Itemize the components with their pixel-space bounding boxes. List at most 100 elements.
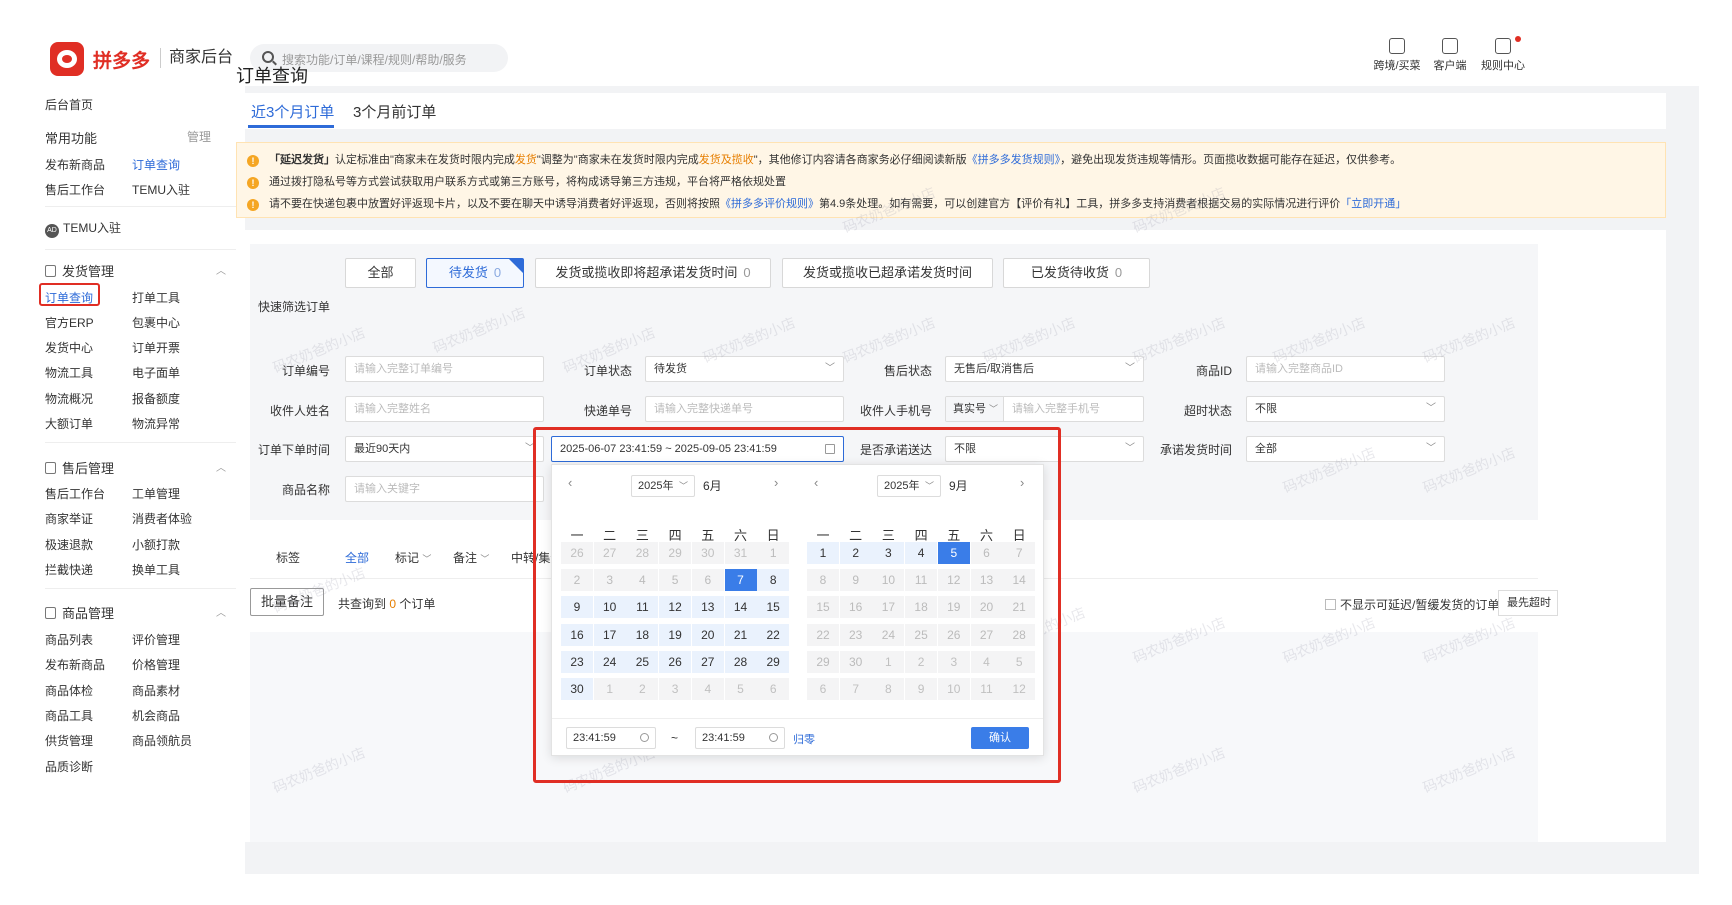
calendar-day[interactable]: 17	[872, 596, 905, 619]
calendar-day[interactable]: 3	[937, 650, 970, 673]
sidebar-item[interactable]: 商品列表	[45, 631, 93, 648]
shipping-rules-link[interactable]: 《拼多多发货规则》	[967, 154, 1061, 166]
confirm-button[interactable]: 确认	[971, 727, 1029, 749]
calendar-day[interactable]: 25	[905, 623, 938, 646]
calendar-day[interactable]: 10	[937, 678, 970, 700]
sidebar-item[interactable]: 发布新商品	[45, 656, 105, 673]
order-status-select[interactable]: 待发货 ﹀	[645, 356, 844, 382]
goods-name-input[interactable]: 请输入关键字	[345, 476, 544, 502]
calendar-day[interactable]: 8	[807, 569, 839, 592]
calendar-day[interactable]: 2	[905, 650, 938, 673]
calendar-day[interactable]: 31	[724, 542, 757, 564]
tab-recent-3-months[interactable]: 近3个月订单	[251, 101, 334, 122]
calendar-day[interactable]: 27	[593, 542, 626, 564]
calendar-day[interactable]: 3	[872, 542, 905, 564]
sidebar-item[interactable]: 打单工具	[132, 289, 180, 306]
right-year-select[interactable]: 2025年 ﹀	[877, 475, 941, 497]
sidebar-temu-entry[interactable]: AD TEMU入驻	[45, 219, 121, 238]
calendar-day[interactable]: 14	[724, 596, 757, 619]
calendar-day[interactable]: 3	[659, 678, 692, 700]
quick-filter-near-timeout[interactable]: 发货或揽收即将超承诺发货时间 0	[535, 258, 771, 288]
calendar-day[interactable]: 12	[659, 596, 692, 619]
calendar-day[interactable]: 19	[937, 596, 970, 619]
sidebar-home[interactable]: 后台首页	[45, 96, 93, 113]
calendar-day[interactable]: 28	[724, 650, 757, 673]
calendar-day[interactable]: 5	[724, 678, 757, 700]
chevron-up-icon[interactable]: ︿	[216, 459, 226, 474]
calendar-day[interactable]: 20	[970, 596, 1003, 619]
next-month-icon[interactable]: ›	[1020, 475, 1024, 490]
section-shipping[interactable]: 发货管理	[45, 261, 114, 280]
sidebar-item[interactable]: 机会商品	[132, 707, 180, 724]
sidebar-item[interactable]: 商品领航员	[132, 732, 192, 749]
end-time-input[interactable]: 23:41:59	[695, 727, 785, 749]
calendar-day[interactable]: 30	[561, 678, 593, 700]
calendar-day[interactable]: 8	[872, 678, 905, 700]
calendar-day[interactable]: 6	[757, 678, 790, 700]
sidebar-item[interactable]: 评价管理	[132, 631, 180, 648]
calendar-day[interactable]: 25	[626, 650, 659, 673]
calendar-day[interactable]: 21	[1003, 596, 1036, 619]
express-no-input[interactable]: 请输入完整快递单号	[645, 396, 844, 422]
sidebar-item[interactable]: 换单工具	[132, 561, 180, 578]
sidebar-item[interactable]: 订单开票	[132, 339, 180, 356]
sidebar-item[interactable]: 大额订单	[45, 415, 93, 432]
review-rules-link[interactable]: 《拼多多评价规则》	[720, 198, 819, 210]
calendar-day[interactable]: 29	[757, 650, 790, 673]
sidebar-item[interactable]: 消费者体验	[132, 510, 192, 527]
tab-older-orders[interactable]: 3个月前订单	[353, 101, 436, 122]
calendar-day[interactable]: 17	[593, 623, 626, 646]
sidebar-item[interactable]: 拦截快递	[45, 561, 93, 578]
calendar-day[interactable]: 10	[593, 596, 626, 619]
calendar-day[interactable]: 28	[1003, 623, 1036, 646]
sidebar-item[interactable]: 电子面单	[132, 364, 180, 381]
calendar-day[interactable]: 27	[970, 623, 1003, 646]
sidebar-item-aftersale[interactable]: 售后工作台	[45, 181, 105, 198]
calendar-day[interactable]: 8	[757, 569, 790, 592]
tool-crossborder[interactable]: 跨境/买菜	[1367, 38, 1427, 73]
sidebar-item[interactable]: 商品素材	[132, 682, 180, 699]
calendar-day[interactable]: 1	[872, 650, 905, 673]
sidebar-item[interactable]: 供货管理	[45, 732, 93, 749]
sidebar-item[interactable]: 官方ERP	[45, 314, 94, 331]
timeout-status-select[interactable]: 不限 ﹀	[1246, 396, 1445, 422]
calendar-day[interactable]: 5	[937, 542, 970, 564]
receiver-phone-input[interactable]: 真实号 ﹀ 请输入完整手机号	[945, 396, 1144, 422]
calendar-day[interactable]: 20	[691, 623, 724, 646]
common-manage-link[interactable]: 管理	[187, 128, 211, 145]
calendar-day[interactable]: 13	[691, 596, 724, 619]
calendar-day[interactable]: 2	[561, 569, 593, 592]
promise-delivery-select[interactable]: 不限 ﹀	[945, 436, 1144, 462]
calendar-day[interactable]: 12	[937, 569, 970, 592]
chevron-up-icon[interactable]: ︿	[216, 262, 226, 277]
calendar-day[interactable]: 9	[839, 569, 872, 592]
calendar-day[interactable]: 10	[872, 569, 905, 592]
order-no-input[interactable]: 请输入完整订单编号	[345, 356, 544, 382]
calendar-day[interactable]: 2	[839, 542, 872, 564]
calendar-day[interactable]: 28	[626, 542, 659, 564]
calendar-day[interactable]: 14	[1003, 569, 1036, 592]
calendar-day[interactable]: 11	[970, 678, 1003, 700]
calendar-day[interactable]: 23	[839, 623, 872, 646]
calendar-day[interactable]: 19	[659, 623, 692, 646]
calendar-day[interactable]: 22	[807, 623, 839, 646]
sidebar-item[interactable]: 报备额度	[132, 390, 180, 407]
calendar-day[interactable]: 7	[839, 678, 872, 700]
hide-delay-checkbox[interactable]: 不显示可延迟/暂缓发货的订单	[1325, 596, 1499, 613]
sidebar-item[interactable]: 工单管理	[132, 485, 180, 502]
calendar-day[interactable]: 1	[593, 678, 626, 700]
section-aftersale[interactable]: 售后管理	[45, 458, 114, 477]
calendar-day[interactable]: 21	[724, 623, 757, 646]
calendar-day[interactable]: 4	[626, 569, 659, 592]
sidebar-item[interactable]: 售后工作台	[45, 485, 105, 502]
calendar-day[interactable]: 22	[757, 623, 790, 646]
calendar-day[interactable]: 24	[593, 650, 626, 673]
calendar-day[interactable]: 30	[839, 650, 872, 673]
sidebar-item[interactable]: 物流异常	[132, 415, 180, 432]
calendar-day[interactable]: 15	[807, 596, 839, 619]
sidebar-item[interactable]: 包裹中心	[132, 314, 180, 331]
calendar-day[interactable]: 12	[1003, 678, 1036, 700]
tool-client[interactable]: 客户端	[1420, 38, 1480, 73]
activate-now-link[interactable]: 「立即开通」	[1340, 198, 1406, 210]
calendar-day[interactable]: 4	[691, 678, 724, 700]
